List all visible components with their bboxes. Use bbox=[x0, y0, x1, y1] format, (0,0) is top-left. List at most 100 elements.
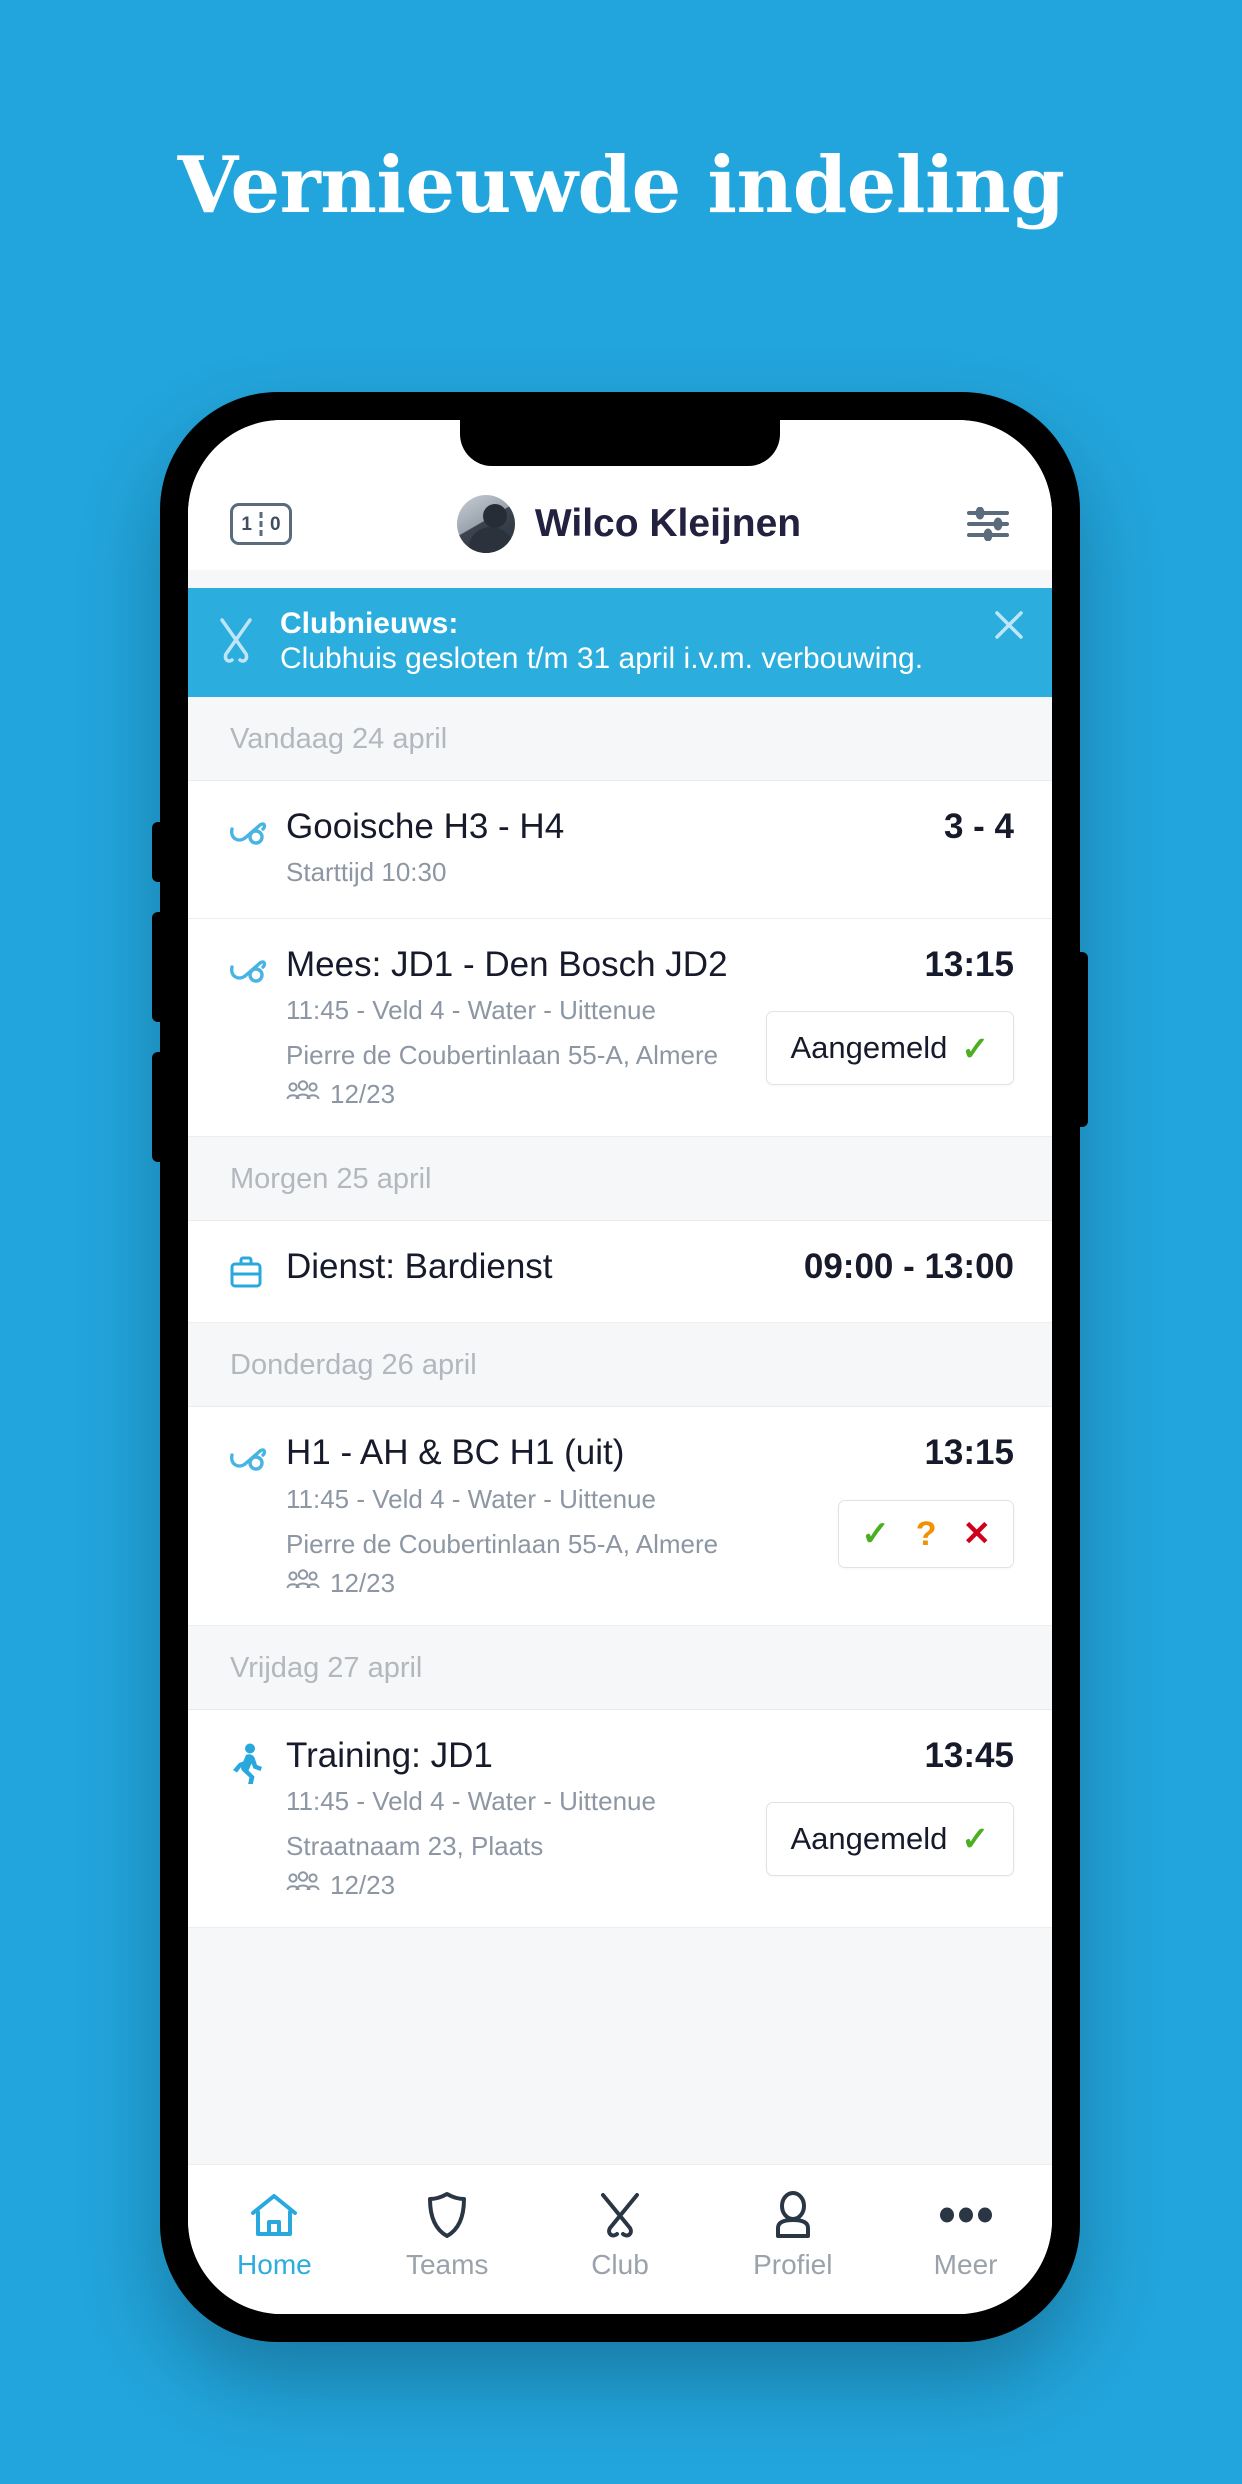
agenda-row-title: Training: JD1 bbox=[286, 1735, 493, 1775]
crossed-hockey-sticks-icon bbox=[214, 614, 258, 668]
crossed-hockey-sticks-icon bbox=[594, 2187, 646, 2243]
page-title: Vernieuwde indeling bbox=[177, 140, 1065, 231]
agenda-row-main: Training: JD1 11:45 - Veld 4 - Water - U… bbox=[278, 1736, 752, 1901]
nav-item-meer[interactable]: Meer bbox=[882, 2187, 1050, 2281]
bottom-navigation: Home Teams Club Profiel Meer bbox=[188, 2164, 1052, 2314]
agenda-row-right: 09:00 - 13:00 bbox=[790, 1247, 1014, 1287]
club-news-title: Clubnieuws: bbox=[280, 607, 459, 640]
agenda-row-subtitle: 11:45 - Veld 4 - Water - Uittenue bbox=[286, 1785, 656, 1816]
person-icon bbox=[770, 2187, 816, 2243]
hockey-stick-icon bbox=[226, 1433, 278, 1484]
avatar[interactable] bbox=[456, 495, 515, 553]
agenda-row-right: 3 - 4 bbox=[930, 807, 1014, 847]
hockey-stick-icon bbox=[226, 807, 278, 858]
user-name: Wilco Kleijnen bbox=[534, 502, 802, 545]
agenda-row-location: Pierre de Coubertinlaan 55-A, Almere bbox=[286, 1040, 719, 1071]
people-icon bbox=[286, 1870, 320, 1901]
agenda-row-attendance: 12/23 bbox=[286, 1568, 824, 1599]
agenda-row[interactable]: Training: JD1 11:45 - Veld 4 - Water - U… bbox=[188, 1709, 1052, 1928]
attendance-count: 12/23 bbox=[330, 1869, 396, 1900]
agenda-row-attendance: 12/23 bbox=[286, 1870, 752, 1901]
club-news-message: Clubhuis gesloten t/m 31 april i.v.m. ve… bbox=[280, 642, 924, 676]
agenda-row-time: 09:00 - 13:00 bbox=[803, 1247, 1014, 1287]
nav-item-teams[interactable]: Teams bbox=[363, 2187, 531, 2281]
agenda-row-main: Gooische H3 - H4 Starttijd 10:30 bbox=[278, 807, 930, 892]
aangemeld-button[interactable]: Aangemeld ✓ bbox=[765, 1011, 1014, 1086]
phone-notch bbox=[460, 420, 780, 466]
agenda-row-subtitle: 11:45 - Veld 4 - Water - Uittenue bbox=[286, 995, 656, 1026]
attend-maybe-button[interactable]: ? bbox=[916, 1517, 937, 1551]
nav-label-club: Club bbox=[591, 2249, 649, 2280]
ellipsis-icon bbox=[939, 2187, 993, 2243]
people-icon bbox=[286, 1568, 320, 1599]
nav-label-meer: Meer bbox=[933, 2249, 998, 2280]
scoreboard-icon[interactable]: 1 0 bbox=[230, 503, 292, 545]
agenda-row-score: 3 - 4 bbox=[943, 806, 1014, 846]
nav-item-profiel[interactable]: Profiel bbox=[709, 2187, 877, 2281]
agenda-row-time: 13:15 bbox=[924, 945, 1014, 985]
nav-item-club[interactable]: Club bbox=[536, 2187, 704, 2281]
agenda-row-time: 13:15 bbox=[924, 1433, 1014, 1473]
aangemeld-button[interactable]: Aangemeld ✓ bbox=[765, 1801, 1014, 1876]
agenda-row-main: H1 - AH & BC H1 (uit) 11:45 - Veld 4 - W… bbox=[278, 1433, 824, 1598]
day-header: Morgen 25 april bbox=[188, 1137, 1052, 1222]
agenda-row-title: Mees: JD1 - Den Bosch JD2 bbox=[286, 945, 728, 985]
day-header: Vrijdag 27 april bbox=[188, 1625, 1052, 1710]
agenda-row-main: Mees: JD1 - Den Bosch JD2 11:45 - Veld 4… bbox=[278, 945, 752, 1110]
agenda-row-attendance: 12/23 bbox=[286, 1079, 752, 1110]
day-header: Vandaag 24 april bbox=[188, 696, 1052, 781]
agenda-row-time: 13:45 bbox=[924, 1735, 1014, 1775]
sliders-icon[interactable] bbox=[966, 506, 1010, 542]
phone-volume-up-button bbox=[152, 912, 164, 1022]
attendance-count: 12/23 bbox=[330, 1567, 396, 1598]
agenda-row[interactable]: H1 - AH & BC H1 (uit) 11:45 - Veld 4 - W… bbox=[188, 1407, 1052, 1626]
phone-mute-switch bbox=[152, 822, 164, 882]
agenda-row-title: Gooische H3 - H4 bbox=[286, 806, 565, 846]
agenda-row-right: 13:45 Aangemeld ✓ bbox=[752, 1735, 1014, 1876]
phone-frame: 1 0 Wilco Kleijnen Clubnieuws: Clubhuis … bbox=[152, 392, 1088, 2342]
close-icon[interactable] bbox=[992, 608, 1026, 642]
agenda-row-location: Straatnaam 23, Plaats bbox=[286, 1830, 544, 1861]
briefcase-icon bbox=[226, 1247, 278, 1296]
hockey-stick-icon bbox=[226, 945, 278, 996]
agenda-row-subtitle: 11:45 - Veld 4 - Water - Uittenue bbox=[286, 1483, 656, 1514]
nav-label-teams: Teams bbox=[405, 2249, 489, 2280]
agenda-row-title: Dienst: Bardienst bbox=[286, 1247, 553, 1287]
attend-yes-button[interactable]: ✓ bbox=[861, 1517, 890, 1551]
agenda-row-subtitle: Starttijd 10:30 bbox=[286, 857, 447, 888]
agenda-scroll-area[interactable]: Clubnieuws: Clubhuis gesloten t/m 31 apr… bbox=[188, 570, 1052, 2164]
attendance-count: 12/23 bbox=[330, 1079, 396, 1110]
check-icon: ✓ bbox=[961, 1820, 989, 1858]
club-news-text: Clubnieuws: Clubhuis gesloten t/m 31 apr… bbox=[280, 606, 1028, 677]
agenda-row-right: 13:15 Aangemeld ✓ bbox=[752, 945, 1014, 1086]
check-icon: ✓ bbox=[961, 1029, 989, 1067]
scoreboard-right-score: 0 bbox=[270, 513, 281, 535]
agenda-row-location: Pierre de Coubertinlaan 55-A, Almere bbox=[286, 1528, 719, 1559]
home-icon bbox=[248, 2187, 300, 2243]
agenda-row-right: 13:15 ✓ ? ✕ bbox=[824, 1433, 1014, 1568]
aangemeld-label: Aangemeld bbox=[790, 1820, 948, 1856]
nav-label-profiel: Profiel bbox=[753, 2249, 833, 2280]
phone-screen: 1 0 Wilco Kleijnen Clubnieuws: Clubhuis … bbox=[188, 420, 1052, 2314]
phone-volume-down-button bbox=[152, 1052, 164, 1162]
attend-no-button[interactable]: ✕ bbox=[963, 1517, 992, 1551]
agenda-row-title: H1 - AH & BC H1 (uit) bbox=[286, 1433, 625, 1473]
nav-label-home: Home bbox=[237, 2249, 312, 2280]
running-person-icon bbox=[226, 1736, 278, 1789]
attendance-choice-group[interactable]: ✓ ? ✕ bbox=[838, 1499, 1014, 1568]
list-bottom-spacer bbox=[188, 1927, 1052, 2002]
shield-icon bbox=[424, 2187, 470, 2243]
agenda-row[interactable]: Dienst: Bardienst 09:00 - 13:00 bbox=[188, 1221, 1052, 1324]
agenda-row[interactable]: Mees: JD1 - Den Bosch JD2 11:45 - Veld 4… bbox=[188, 919, 1052, 1138]
phone-power-button bbox=[1076, 952, 1088, 1127]
aangemeld-label: Aangemeld bbox=[790, 1030, 948, 1066]
header-user-block[interactable]: Wilco Kleijnen bbox=[292, 495, 966, 553]
nav-item-home[interactable]: Home bbox=[190, 2187, 358, 2281]
club-news-banner[interactable]: Clubnieuws: Clubhuis gesloten t/m 31 apr… bbox=[188, 588, 1052, 697]
day-header: Donderdag 26 april bbox=[188, 1323, 1052, 1408]
scoreboard-left-score: 1 bbox=[241, 513, 252, 535]
agenda-row-main: Dienst: Bardienst bbox=[278, 1247, 790, 1287]
agenda-row[interactable]: Gooische H3 - H4 Starttijd 10:30 3 - 4 bbox=[188, 780, 1052, 920]
scoreboard-divider bbox=[259, 512, 263, 536]
people-icon bbox=[286, 1079, 320, 1110]
